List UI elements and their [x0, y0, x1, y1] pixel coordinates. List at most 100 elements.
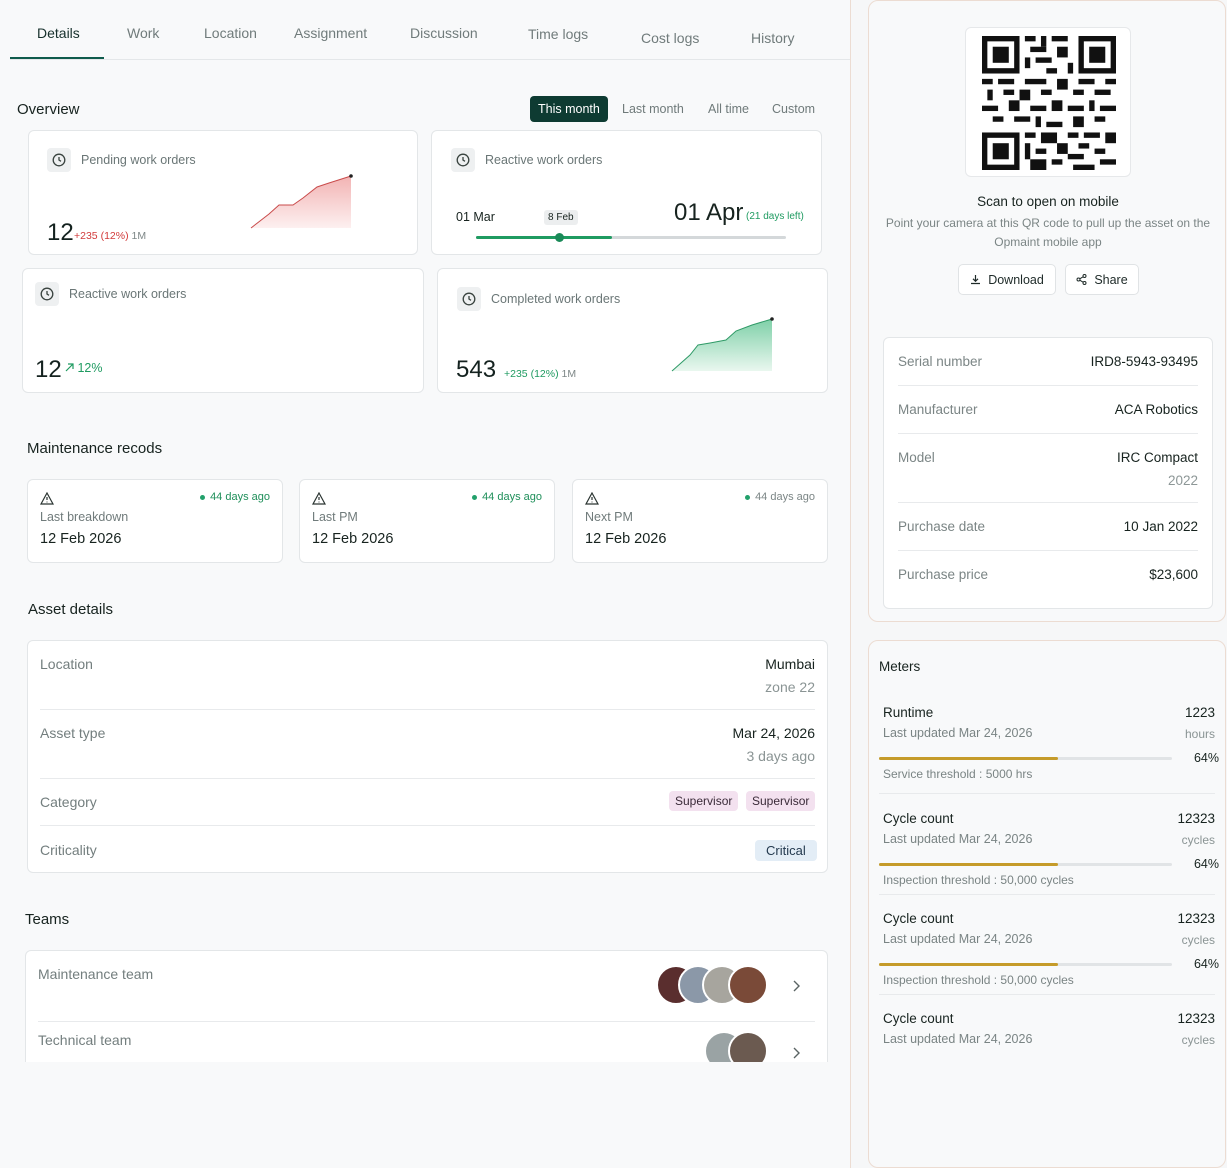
qr-code-image	[982, 36, 1116, 170]
maintenance-title: Maintenance recods	[27, 440, 163, 457]
tab-assignment[interactable]: Assignment	[294, 25, 367, 41]
teams-title: Teams	[25, 911, 70, 928]
card-label: Pending work orders	[81, 153, 196, 167]
meter-value: 12323	[1177, 911, 1215, 926]
divider	[898, 433, 1198, 434]
meter-progress-fill	[879, 863, 1058, 866]
tab-time-logs[interactable]: Time logs	[528, 26, 588, 42]
meter-updated: Last updated Mar 24, 2026	[883, 932, 1033, 946]
tab-details[interactable]: Details	[37, 25, 80, 41]
criticality-badge: Critical	[755, 840, 817, 861]
meter-unit: cycles	[1181, 1033, 1215, 1047]
serial-value: IRD8-5943-93495	[1090, 354, 1198, 369]
divider	[40, 709, 815, 710]
purchase-price-value: $23,600	[1149, 567, 1198, 582]
meter-progress-fill	[879, 757, 1058, 760]
arrow-up-right-icon	[65, 363, 74, 372]
meter-threshold: Service threshold : 5000 hrs	[883, 767, 1033, 781]
reactive-work-orders-card[interactable]: Reactive work orders 12 12%	[22, 268, 424, 393]
timeline-start: 01 Mar	[456, 210, 495, 224]
record-date: 12 Feb 2026	[585, 531, 667, 547]
tab-cost-logs[interactable]: Cost logs	[641, 30, 699, 46]
share-button[interactable]: Share	[1065, 264, 1139, 295]
meter-updated: Last updated Mar 24, 2026	[883, 832, 1033, 846]
model-year: 2022	[1167, 473, 1198, 488]
chevron-right-icon[interactable]	[792, 980, 800, 992]
timeline-remaining: (21 days left)	[746, 211, 804, 222]
asset-info-box: Serial number IRD8-5943-93495 Manufactur…	[883, 337, 1213, 609]
tab-history[interactable]: History	[751, 30, 795, 46]
timeline-marker-label: 8 Feb	[544, 210, 578, 225]
team-row-technical[interactable]: Technical team	[26, 1022, 827, 1062]
divider	[898, 550, 1198, 551]
meter-progress	[879, 863, 1172, 866]
meter-unit: cycles	[1181, 833, 1215, 847]
warning-icon	[40, 492, 54, 505]
team-row-maintenance[interactable]: Maintenance team	[26, 951, 827, 1021]
meter-threshold: Inspection threshold : 50,000 cycles	[883, 973, 1074, 987]
card-label: Reactive work orders	[485, 153, 603, 167]
record-card-next-pm[interactable]: 44 days ago Next PM 12 Feb 2026	[572, 479, 828, 563]
range-this-month[interactable]: This month	[530, 96, 608, 122]
meter-runtime[interactable]: Runtime 1223 Last updated Mar 24, 2026 h…	[869, 697, 1227, 793]
record-ago: 44 days ago	[472, 491, 542, 503]
meter-percent: 64%	[1193, 857, 1219, 871]
chevron-right-icon[interactable]	[792, 1047, 800, 1059]
asset-type-ago: 3 days ago	[746, 748, 816, 764]
timeline-fill	[476, 236, 612, 239]
tab-location[interactable]: Location	[204, 25, 257, 41]
range-custom[interactable]: Custom	[772, 102, 815, 116]
avatar	[728, 1031, 768, 1062]
timeline-track	[476, 233, 786, 242]
divider	[879, 894, 1215, 895]
avatar	[728, 965, 768, 1005]
overview-title: Overview	[17, 101, 80, 118]
meter-progress	[879, 963, 1172, 966]
qr-code[interactable]	[965, 27, 1131, 177]
meter-value: 12323	[1177, 1011, 1215, 1026]
purchase-date-label: Purchase date	[898, 519, 986, 534]
record-card-last-pm[interactable]: 44 days ago Last PM 12 Feb 2026	[299, 479, 555, 563]
divider	[40, 778, 815, 779]
meter-cycle-count[interactable]: Cycle count 12323 Last updated Mar 24, 2…	[869, 803, 1227, 899]
share-icon	[1076, 274, 1087, 285]
divider	[879, 793, 1215, 794]
manufacturer-value: ACA Robotics	[1114, 402, 1198, 417]
record-label: Next PM	[585, 510, 633, 524]
meter-cycle-count[interactable]: Cycle count 12323 Last updated Mar 24, 2…	[869, 1003, 1227, 1063]
meter-name: Cycle count	[883, 1011, 954, 1026]
main-panel: Details Work Location Assignment Discuss…	[0, 0, 851, 1168]
clock-icon	[457, 287, 481, 311]
meter-progress-fill	[879, 963, 1058, 966]
meter-percent: 64%	[1193, 751, 1219, 765]
clock-icon	[451, 148, 475, 172]
record-label: Last PM	[312, 510, 358, 524]
reactive-trend: 12%	[65, 361, 103, 375]
timeline-end: 01 Apr	[674, 199, 744, 226]
warning-icon	[312, 492, 326, 505]
meter-name: Runtime	[883, 705, 934, 720]
meter-unit: hours	[1184, 727, 1215, 741]
record-card-last-breakdown[interactable]: 44 days ago Last breakdown 12 Feb 2026	[27, 479, 283, 563]
meter-unit: cycles	[1181, 933, 1215, 947]
record-date: 12 Feb 2026	[312, 531, 394, 547]
record-label: Last breakdown	[40, 510, 129, 524]
reactive-timeline-card[interactable]: Reactive work orders 01 Mar 8 Feb 01 Apr…	[431, 130, 822, 255]
model-value: IRC Compact	[1116, 450, 1198, 465]
tab-work[interactable]: Work	[127, 25, 159, 41]
meter-value: 1223	[1184, 705, 1215, 720]
pending-work-orders-card[interactable]: Pending work orders 12 +235 (12%) 1M	[28, 130, 418, 255]
model-label: Model	[898, 450, 935, 465]
completed-count: 543	[456, 356, 497, 383]
download-button[interactable]: Download	[958, 264, 1056, 295]
tab-discussion[interactable]: Discussion	[410, 25, 478, 41]
range-all-time[interactable]: All time	[708, 102, 749, 116]
timeline-handle[interactable]	[555, 233, 564, 242]
team-name: Technical team	[38, 1032, 132, 1048]
clock-icon	[47, 148, 71, 172]
divider	[898, 385, 1198, 386]
range-last-month[interactable]: Last month	[622, 102, 684, 116]
completed-work-orders-card[interactable]: Completed work orders 543 +235 (12%) 1M	[437, 268, 828, 393]
asset-side-panel: Scan to open on mobile Point your camera…	[868, 0, 1226, 622]
meter-cycle-count[interactable]: Cycle count 12323 Last updated Mar 24, 2…	[869, 903, 1227, 999]
